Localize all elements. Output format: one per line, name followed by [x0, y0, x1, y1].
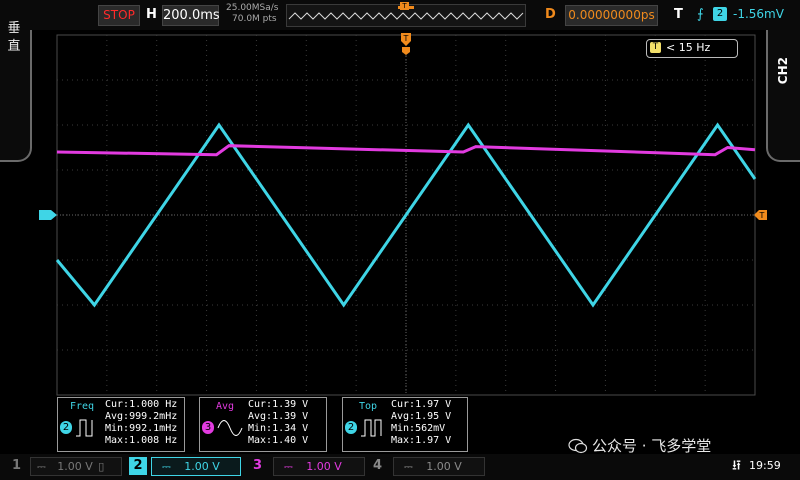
measurement-channel: 3 [202, 421, 214, 434]
channel-2-number[interactable]: 2 [129, 457, 147, 475]
measurement-title: Avg [216, 401, 235, 412]
channel-1-number[interactable]: 1 [12, 457, 21, 475]
clock: 19:59 [749, 459, 781, 472]
measurement-avg: Avg:1.95 V [391, 411, 452, 422]
waveform-display[interactable]: TT [0, 0, 800, 454]
dc-coupling-icon: ⎓ [37, 460, 46, 473]
measurement-title: Top [359, 401, 378, 412]
measurement-cur: Cur:1.39 V [248, 399, 309, 410]
measurement-max: Max:1.008 Hz [105, 435, 178, 446]
trigger-position-label: T [403, 34, 409, 43]
measurement-min: Min:1.34 V [248, 423, 309, 434]
dc-coupling-icon: ⎓ [404, 460, 413, 473]
trigger-filter-icon: T [650, 42, 661, 53]
measurement-cur: Cur:1.000 Hz [105, 399, 178, 410]
measurement-freq[interactable]: Freq 2 Cur:1.000 Hz Avg:999.2mHz Min:992… [57, 397, 185, 452]
measurement-min: Min:562mV [391, 423, 446, 434]
measurement-avg-value: Avg:1.39 V [248, 411, 309, 422]
chat-bubble-icon [568, 438, 588, 454]
average-sine-icon [217, 420, 243, 436]
measurement-title: Freq [70, 401, 95, 412]
dc-coupling-icon: ⎓ [284, 460, 293, 473]
dc-coupling-icon: ⎓ [162, 460, 171, 473]
measurement-cur: Cur:1.97 V [391, 399, 452, 410]
channel-2-scale[interactable]: ⎓ 1.00 V [151, 457, 241, 476]
measurement-max: Max:1.97 V [391, 435, 452, 446]
channel-4-scale[interactable]: ⎓ 1.00 V [393, 457, 485, 476]
top-pulse-icon [361, 419, 382, 437]
measurement-channel: 2 [60, 421, 72, 434]
measurement-min: Min:992.1mHz [105, 423, 178, 434]
channel-3-scale-value: 1.00 V [306, 460, 342, 473]
bandwidth-icon: ▯ [98, 460, 105, 473]
channel-1-scale-value: 1.00 V [57, 460, 93, 473]
measurement-top[interactable]: Top 2 Cur:1.97 V Avg:1.95 V Min:562mV Ma… [342, 397, 468, 452]
channel-2-offset-marker [39, 210, 57, 220]
usb-icon: ⭿ [732, 458, 742, 474]
channel-2-scale-value: 1.00 V [184, 460, 220, 473]
channel-3-scale[interactable]: ⎓ 1.00 V [273, 457, 365, 476]
watermark-text: 公众号 · 飞多学堂 [592, 437, 712, 455]
measurement-max: Max:1.40 V [248, 435, 309, 446]
channel-1-scale[interactable]: ⎓ 1.00 V ▯ [30, 457, 122, 476]
measurement-avg[interactable]: Avg 3 Cur:1.39 V Avg:1.39 V Min:1.34 V M… [199, 397, 327, 452]
frequency-pulse-icon [76, 419, 93, 437]
trigger-level-label: T [759, 211, 765, 220]
channel-4-scale-value: 1.00 V [426, 460, 462, 473]
channel-4-number[interactable]: 4 [373, 457, 382, 475]
bandwidth-limit-text: < 15 Hz [666, 41, 711, 54]
measurement-avg: Avg:999.2mHz [105, 411, 178, 422]
measurement-channel: 2 [345, 421, 357, 434]
channel-3-number[interactable]: 3 [253, 457, 262, 475]
